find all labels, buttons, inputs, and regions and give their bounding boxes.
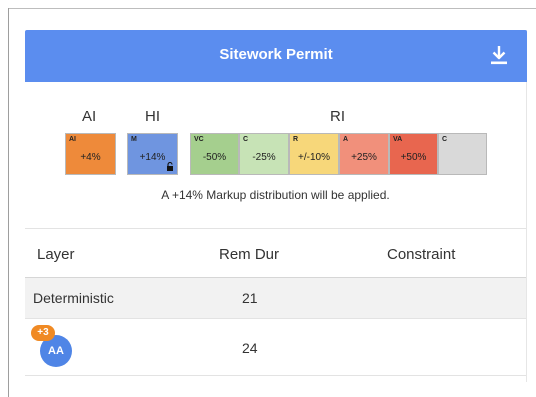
- indicator-code: C: [442, 136, 448, 143]
- indicator-ai[interactable]: AI +4%: [65, 133, 116, 175]
- download-icon[interactable]: [489, 44, 509, 66]
- indicator-value: +4%: [80, 152, 101, 163]
- indicator-ri-r[interactable]: R +/-10%: [289, 133, 339, 175]
- avatar-count-badge: +3: [31, 325, 55, 341]
- indicator-ri-vc[interactable]: VC -50%: [190, 133, 239, 175]
- row-rem-dur-cell: 21: [242, 290, 258, 306]
- indicator-value: +/-10%: [298, 152, 330, 163]
- indicator-value: -25%: [252, 152, 276, 163]
- column-header-constraint[interactable]: Constraint: [387, 246, 455, 263]
- card-header: Sitework Permit: [25, 30, 527, 82]
- indicator-code: A: [343, 136, 349, 143]
- indicator-code: M: [131, 136, 137, 143]
- hi-group-label: HI: [145, 108, 160, 125]
- window-left-border: [8, 8, 9, 397]
- ri-group-label: RI: [330, 108, 345, 125]
- indicator-code: R: [293, 136, 299, 143]
- row-divider: [25, 375, 526, 376]
- divider: [25, 228, 526, 229]
- lock-icon: [167, 162, 173, 171]
- indicator-value: -50%: [202, 152, 227, 163]
- window-top-border: [8, 8, 536, 9]
- indicator-ri-a[interactable]: A +25%: [339, 133, 389, 175]
- markup-note: A +14% Markup distribution will be appli…: [161, 188, 390, 202]
- row-layer-cell: Deterministic: [33, 290, 114, 306]
- indicator-hi[interactable]: M +14%: [127, 133, 178, 175]
- indicator-value: +50%: [400, 152, 427, 163]
- indicator-code: VA: [393, 136, 403, 143]
- indicator-code: VC: [194, 136, 204, 143]
- column-header-rem-dur[interactable]: Rem Dur: [219, 246, 279, 263]
- indicator-code: AI: [69, 136, 76, 143]
- permit-card: Sitework Permit AI HI RI AI +4% M +14% V…: [25, 30, 527, 382]
- indicator-ri-va[interactable]: VA +50%: [389, 133, 438, 175]
- column-header-layer[interactable]: Layer: [37, 246, 75, 263]
- ai-group-label: AI: [82, 108, 97, 125]
- indicator-code: C: [243, 136, 249, 143]
- row-rem-dur-cell: 24: [242, 340, 258, 356]
- indicator-ri-c-extreme[interactable]: C: [438, 133, 487, 175]
- row-divider: [25, 318, 526, 319]
- indicator-ri-c[interactable]: C -25%: [239, 133, 289, 175]
- indicator-value: +25%: [351, 152, 377, 163]
- card-title: Sitework Permit: [219, 46, 333, 63]
